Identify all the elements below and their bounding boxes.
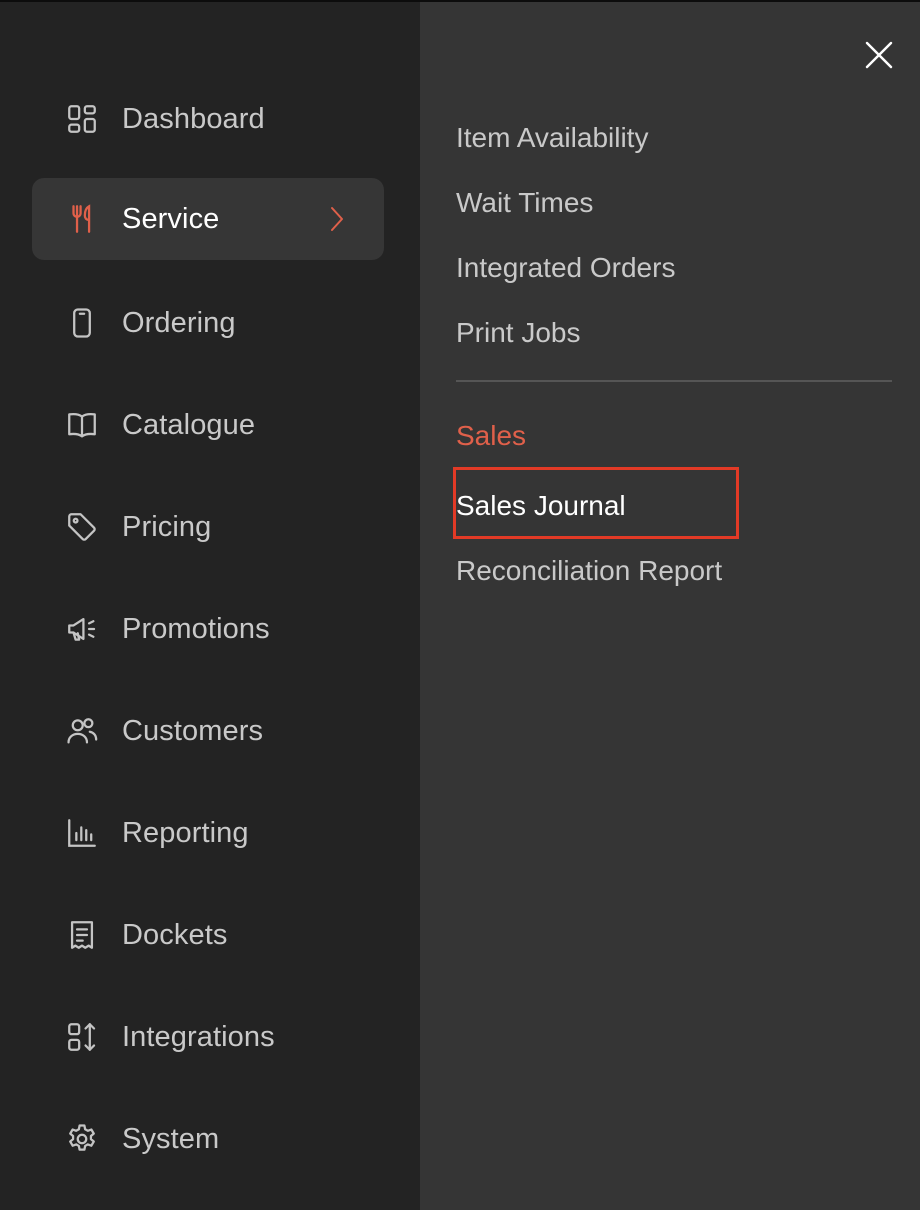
sidebar: Dashboard Service Ordering Catalogue Pri… [0, 2, 420, 1210]
book-icon [64, 407, 100, 443]
megaphone-icon [64, 611, 100, 647]
sidebar-item-label: Catalogue [122, 408, 256, 441]
tag-icon [64, 509, 100, 545]
users-icon [64, 713, 100, 749]
navigation-menu: Dashboard Service Ordering Catalogue Pri… [0, 0, 920, 1210]
sidebar-item-label: System [122, 1122, 220, 1155]
sidebar-item-dockets[interactable]: Dockets [32, 894, 384, 976]
sidebar-item-label: Service [122, 202, 220, 235]
bar-chart-icon [64, 815, 100, 851]
sidebar-item-label: Dockets [122, 918, 228, 951]
sidebar-item-pricing[interactable]: Pricing [32, 486, 384, 568]
receipt-icon [64, 917, 100, 953]
submenu-link-reconciliation-report[interactable]: Reconciliation Report [456, 555, 722, 587]
utensils-icon [64, 201, 100, 237]
submenu-link-item-availability[interactable]: Item Availability [456, 122, 648, 154]
submenu-link-wait-times[interactable]: Wait Times [456, 187, 593, 219]
sidebar-item-label: Dashboard [122, 102, 265, 135]
submenu-link-sales-journal[interactable]: Sales Journal [456, 490, 626, 522]
chevron-right-icon [331, 207, 343, 231]
sidebar-item-label: Customers [122, 714, 264, 747]
sidebar-item-label: Pricing [122, 510, 212, 543]
sidebar-item-label: Ordering [122, 306, 236, 339]
dashboard-icon [64, 101, 100, 137]
sidebar-item-label: Reporting [122, 816, 249, 849]
divider [456, 380, 892, 382]
phone-icon [64, 305, 100, 341]
sidebar-item-system[interactable]: System [32, 1098, 384, 1180]
sidebar-item-label: Promotions [122, 612, 270, 645]
submenu-panel [420, 2, 920, 1210]
sidebar-item-label: Integrations [122, 1020, 275, 1053]
sidebar-item-catalogue[interactable]: Catalogue [32, 384, 384, 466]
gear-icon [64, 1121, 100, 1157]
submenu-link-print-jobs[interactable]: Print Jobs [456, 317, 581, 349]
integrations-icon [64, 1019, 100, 1055]
sidebar-item-dashboard[interactable]: Dashboard [32, 78, 384, 160]
sidebar-item-reporting[interactable]: Reporting [32, 792, 384, 874]
close-icon[interactable] [860, 36, 898, 74]
section-heading-sales: Sales [456, 420, 527, 451]
sidebar-item-integrations[interactable]: Integrations [32, 996, 384, 1078]
sidebar-item-customers[interactable]: Customers [32, 690, 384, 772]
sidebar-item-ordering[interactable]: Ordering [32, 282, 384, 364]
sidebar-item-service[interactable]: Service [32, 178, 384, 260]
sidebar-item-promotions[interactable]: Promotions [32, 588, 384, 670]
submenu-link-integrated-orders[interactable]: Integrated Orders [456, 252, 675, 284]
